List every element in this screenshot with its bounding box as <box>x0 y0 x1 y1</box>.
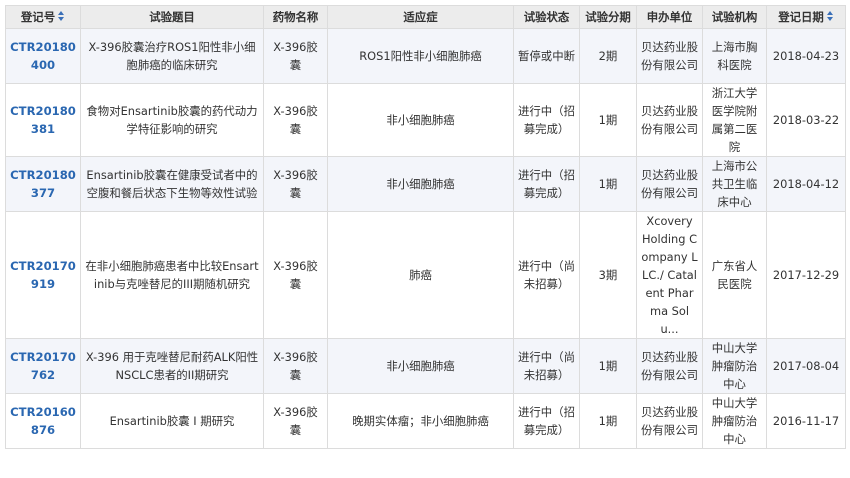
site-cell: 中山大学肿瘤防治中心 <box>702 393 767 449</box>
drug-name-cell: X-396胶囊 <box>263 28 328 84</box>
sponsor-cell: 贝达药业股份有限公司 <box>636 83 703 157</box>
trial-title-cell: 食物对Ensartinib胶囊的药代动力学特征影响的研究 <box>80 83 264 157</box>
indication-cell: 非小细胞肺癌 <box>327 83 514 157</box>
registration-number-link[interactable]: CTR20170919 <box>10 259 76 291</box>
site-cell: 上海市公共卫生临床中心 <box>702 156 767 212</box>
registration-date-cell: 2018-04-23 <box>766 28 846 84</box>
registration-number-link[interactable]: CTR20160876 <box>10 405 76 437</box>
phase-cell: 1期 <box>579 83 637 157</box>
column-header-phase: 试验分期 <box>579 5 637 29</box>
registration-number-cell: CTR20180400 <box>5 28 81 84</box>
sort-icon[interactable] <box>826 11 834 22</box>
sponsor-cell: Xcovery Holding Company LLC./ Catalent P… <box>636 211 703 339</box>
phase-cell: 2期 <box>579 28 637 84</box>
registration-date-cell: 2016-11-17 <box>766 393 846 449</box>
registration-date-cell: 2018-04-12 <box>766 156 846 212</box>
registration-number-link[interactable]: CTR20180377 <box>10 168 76 200</box>
table-row: CTR20180377 Ensartinib胶囊在健康受试者中的空腹和餐后状态下… <box>5 156 846 212</box>
drug-name-cell: X-396胶囊 <box>263 393 328 449</box>
registration-number-cell: CTR20160876 <box>5 393 81 449</box>
drug-name-cell: X-396胶囊 <box>263 211 328 339</box>
trial-title-cell: X-396 用于克唑替尼耐药ALK阳性NSCLC患者的II期研究 <box>80 338 264 394</box>
table-header-row: 登记号 试验题目 药物名称 适应症 试验状态 试验分期 申办单位 试验机构 登记… <box>5 5 846 29</box>
column-header-indication: 适应症 <box>327 5 514 29</box>
column-header-registration-date[interactable]: 登记日期 <box>766 5 846 29</box>
status-cell: 进行中（尚未招募） <box>513 211 580 339</box>
drug-name-cell: X-396胶囊 <box>263 156 328 212</box>
status-cell: 进行中（尚未招募） <box>513 338 580 394</box>
status-cell: 进行中（招募完成） <box>513 83 580 157</box>
table-row: CTR20170762 X-396 用于克唑替尼耐药ALK阳性NSCLC患者的I… <box>5 338 846 394</box>
drug-name-cell: X-396胶囊 <box>263 83 328 157</box>
registration-number-link[interactable]: CTR20180381 <box>10 104 76 136</box>
registration-date-cell: 2017-12-29 <box>766 211 846 339</box>
phase-cell: 1期 <box>579 338 637 394</box>
column-header-site: 试验机构 <box>702 5 767 29</box>
phase-cell: 1期 <box>579 393 637 449</box>
sponsor-cell: 贝达药业股份有限公司 <box>636 156 703 212</box>
registration-date-cell: 2018-03-22 <box>766 83 846 157</box>
sponsor-cell: 贝达药业股份有限公司 <box>636 393 703 449</box>
table-row: CTR20180400 X-396胶囊治疗ROS1阳性非小细胞肺癌的临床研究 X… <box>5 28 846 84</box>
indication-cell: 肺癌 <box>327 211 514 339</box>
status-cell: 进行中（招募完成） <box>513 393 580 449</box>
registration-number-cell: CTR20180377 <box>5 156 81 212</box>
clinical-trials-table: 登记号 试验题目 药物名称 适应症 试验状态 试验分期 申办单位 试验机构 登记… <box>5 5 846 449</box>
site-cell: 浙江大学医学院附属第二医院 <box>702 83 767 157</box>
indication-cell: 晚期实体瘤；非小细胞肺癌 <box>327 393 514 449</box>
column-header-title: 试验题目 <box>80 5 264 29</box>
sort-icon[interactable] <box>58 11 65 22</box>
phase-cell: 1期 <box>579 156 637 212</box>
registration-number-cell: CTR20180381 <box>5 83 81 157</box>
column-header-registration-number[interactable]: 登记号 <box>5 5 81 29</box>
drug-name-cell: X-396胶囊 <box>263 338 328 394</box>
indication-cell: 非小细胞肺癌 <box>327 156 514 212</box>
trial-title-cell: Ensartinib胶囊 I 期研究 <box>80 393 264 449</box>
column-header-sponsor: 申办单位 <box>636 5 703 29</box>
site-cell: 中山大学肿瘤防治中心 <box>702 338 767 394</box>
site-cell: 广东省人民医院 <box>702 211 767 339</box>
registration-number-link[interactable]: CTR20170762 <box>10 350 76 382</box>
indication-cell: 非小细胞肺癌 <box>327 338 514 394</box>
trials-table-container: 登记号 试验题目 药物名称 适应症 试验状态 试验分期 申办单位 试验机构 登记… <box>5 5 846 449</box>
table-row: CTR20160876 Ensartinib胶囊 I 期研究 X-396胶囊 晚… <box>5 393 846 449</box>
indication-cell: ROS1阳性非小细胞肺癌 <box>327 28 514 84</box>
table-row: CTR20180381 食物对Ensartinib胶囊的药代动力学特征影响的研究… <box>5 83 846 157</box>
phase-cell: 3期 <box>579 211 637 339</box>
trial-title-cell: 在非小细胞肺癌患者中比较Ensartinib与克唑替尼的III期随机研究 <box>80 211 264 339</box>
sponsor-cell: 贝达药业股份有限公司 <box>636 338 703 394</box>
registration-date-cell: 2017-08-04 <box>766 338 846 394</box>
column-header-status: 试验状态 <box>513 5 580 29</box>
site-cell: 上海市胸科医院 <box>702 28 767 84</box>
column-header-drug-name: 药物名称 <box>263 5 328 29</box>
sponsor-cell: 贝达药业股份有限公司 <box>636 28 703 84</box>
status-cell: 进行中（招募完成） <box>513 156 580 212</box>
registration-number-link[interactable]: CTR20180400 <box>10 40 76 72</box>
registration-number-cell: CTR20170762 <box>5 338 81 394</box>
trial-title-cell: Ensartinib胶囊在健康受试者中的空腹和餐后状态下生物等效性试验 <box>80 156 264 212</box>
table-row: CTR20170919 在非小细胞肺癌患者中比较Ensartinib与克唑替尼的… <box>5 211 846 339</box>
registration-number-cell: CTR20170919 <box>5 211 81 339</box>
status-cell: 暂停或中断 <box>513 28 580 84</box>
trial-title-cell: X-396胶囊治疗ROS1阳性非小细胞肺癌的临床研究 <box>80 28 264 84</box>
